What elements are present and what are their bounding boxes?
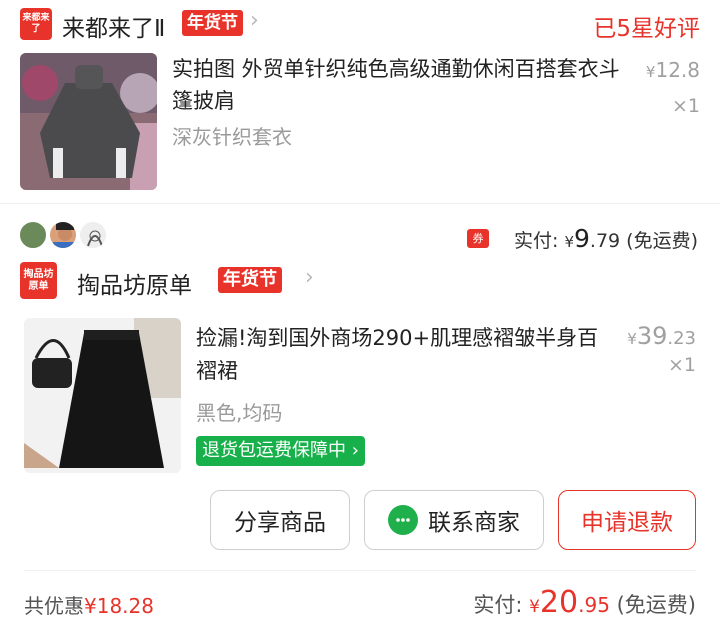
request-refund-button[interactable]: 申请退款 — [558, 490, 696, 550]
return-shipping-badge[interactable]: 退货包运费保障中 › — [196, 436, 365, 466]
chevron-right-icon: › — [351, 440, 359, 461]
shop-logo[interactable]: 来都来了 — [20, 8, 52, 40]
product-spec: 黑色,均码 — [196, 401, 283, 425]
shop-name[interactable]: 来都来了Ⅱ — [62, 9, 165, 43]
shop-name[interactable]: 掏品坊原单 — [77, 266, 192, 300]
total-discount: 共优惠¥18.28 — [24, 594, 154, 618]
festival-badge: 年货节 — [218, 267, 282, 293]
chat-icon — [388, 505, 418, 535]
avatar — [18, 220, 48, 250]
share-product-button[interactable]: 分享商品 — [210, 490, 350, 550]
order-paid-amount: 实付: ¥20.95 (免运费) — [473, 585, 696, 620]
contact-seller-button[interactable]: 联系商家 — [364, 490, 544, 550]
chevron-right-icon[interactable]: › — [250, 8, 259, 33]
buyer-avatars — [18, 220, 113, 254]
product-title[interactable]: 捡漏!淘到国外商场290+肌理感褶皱半身百褶裙 — [196, 322, 601, 388]
product-thumbnail[interactable] — [24, 318, 181, 473]
divider — [0, 203, 720, 204]
order-paid-amount: 实付: ¥9.79 (免运费) — [514, 224, 698, 253]
product-quantity: ×1 — [667, 354, 696, 376]
product-price: ¥39.23 — [627, 322, 696, 350]
product-quantity: ×1 — [671, 95, 700, 117]
shop-logo[interactable]: 掏品坊原单 — [20, 262, 57, 299]
chevron-right-icon[interactable]: › — [305, 265, 314, 290]
avatar — [78, 220, 108, 250]
product-spec: 深灰针织套衣 — [172, 125, 292, 149]
coupon-icon: 券 — [467, 229, 489, 248]
festival-badge: 年货节 — [182, 10, 243, 36]
product-price: ¥12.8 — [645, 58, 700, 82]
divider — [24, 570, 696, 571]
product-thumbnail[interactable] — [20, 53, 157, 190]
avatar — [48, 220, 78, 250]
product-title[interactable]: 实拍图 外贸单针织纯色高级通勤休闲百搭套衣斗篷披肩 — [172, 53, 622, 117]
order-status: 已5星好评 — [593, 16, 700, 42]
